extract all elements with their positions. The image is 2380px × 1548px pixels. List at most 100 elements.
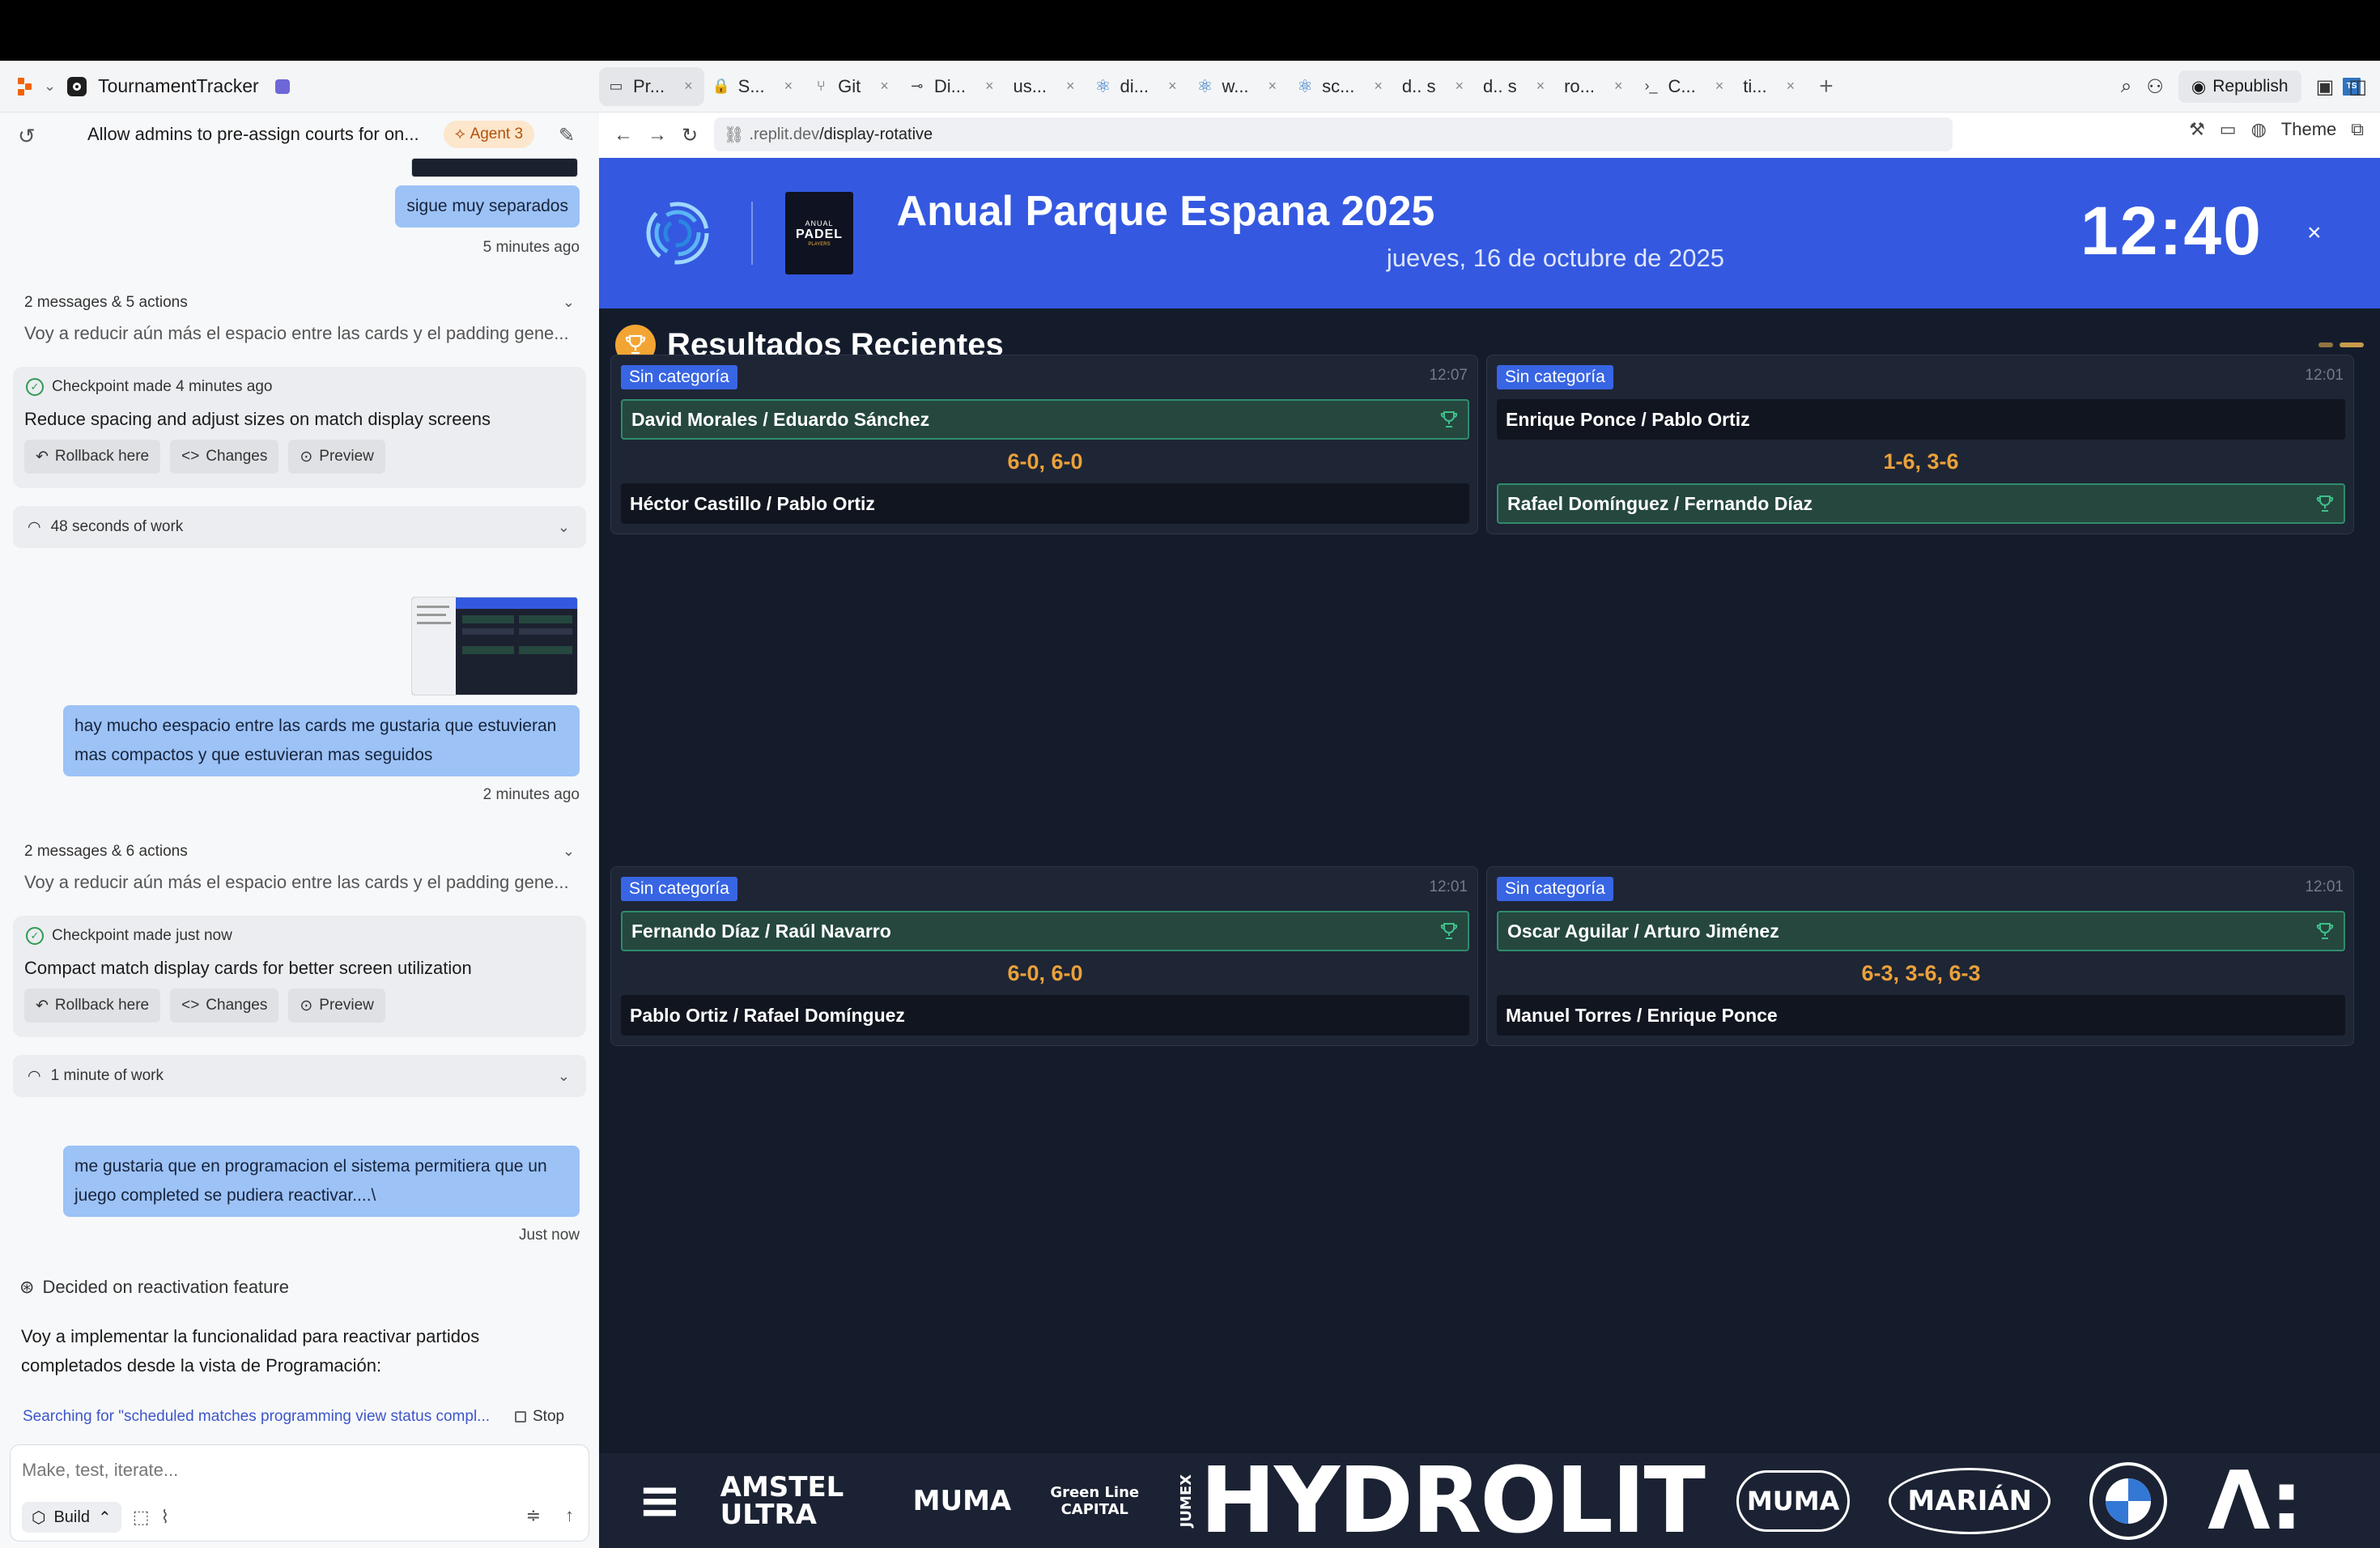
composer-input[interactable]: Make, test, iterate...: [22, 1460, 178, 1481]
chat-title[interactable]: Allow admins to pre-assign courts for on…: [87, 124, 419, 145]
preview-button[interactable]: ⊙ Preview: [288, 440, 385, 474]
team-name: Enrique Ponce / Pablo Ortiz: [1506, 408, 1750, 430]
tab-label: ti...: [1743, 75, 1767, 96]
decision-note[interactable]: ⊛ Decided on reactivation feature: [19, 1277, 289, 1298]
reload-icon[interactable]: ↻: [682, 124, 698, 147]
close-tab-icon[interactable]: ×: [1614, 78, 1623, 95]
layout-icon[interactable]: ◫: [2348, 75, 2367, 99]
page-indicator[interactable]: [2318, 342, 2364, 347]
devices-icon[interactable]: ▭: [2220, 119, 2237, 140]
team-2: Rafael Domínguez / Fernando Díaz: [1497, 483, 2345, 524]
close-tab-icon[interactable]: ×: [1168, 78, 1177, 95]
paperclip-icon[interactable]: ⌇: [161, 1507, 170, 1528]
preview-button[interactable]: ⊙ Preview: [288, 989, 385, 1023]
replit-logo-icon[interactable]: [18, 77, 32, 96]
summary-meta: 2 messages & 5 actions: [24, 294, 188, 311]
tab-6[interactable]: ⚛ w... ×: [1188, 67, 1289, 106]
url-field[interactable]: ⛓ .replit.dev/display-rotative: [714, 117, 1953, 151]
settings-sliders-icon[interactable]: ≑: [526, 1505, 541, 1526]
build-mode-selector[interactable]: ⬡ Build ⌃: [22, 1502, 121, 1533]
select-element-icon[interactable]: ⬚: [133, 1507, 150, 1528]
close-icon[interactable]: ×: [2307, 219, 2322, 247]
tab-10[interactable]: TSro...×: [1556, 67, 2361, 106]
tab-9[interactable]: TSd.. s×: [1475, 67, 2361, 106]
close-tab-icon[interactable]: ×: [1374, 78, 1383, 95]
close-tab-icon[interactable]: ×: [784, 78, 793, 95]
close-tab-icon[interactable]: ×: [1456, 78, 1464, 95]
close-tab-icon[interactable]: ×: [880, 78, 889, 95]
agent-badge[interactable]: ⟡ Agent 3: [444, 121, 535, 148]
search-icon[interactable]: ⌕: [2121, 75, 2131, 98]
close-tab-icon[interactable]: ×: [1269, 78, 1277, 95]
attachment-thumbnail[interactable]: [411, 597, 578, 695]
chevron-down-icon[interactable]: ⌄: [563, 843, 575, 860]
rollback-button[interactable]: ↶ Rollback here: [24, 440, 161, 474]
link-icon: ⛓: [724, 125, 745, 144]
chat-composer[interactable]: Make, test, iterate... ⬡ Build ⌃ ⬚ ⌇ ≑ ↑: [10, 1444, 589, 1542]
new-chat-icon[interactable]: ✎: [559, 124, 575, 147]
rollback-button[interactable]: ↶ Rollback here: [24, 989, 161, 1023]
react-icon: ⚛: [1297, 75, 1313, 96]
chat-header: ↺ Allow admins to pre-assign courts for …: [0, 113, 599, 156]
work-summary[interactable]: ◠ 48 seconds of work ⌄: [13, 506, 586, 548]
tab-1[interactable]: 🔒 S... ×: [704, 67, 805, 106]
close-tab-icon[interactable]: ×: [684, 78, 693, 95]
page-dot-active[interactable]: [2340, 342, 2364, 347]
page-dot[interactable]: [2318, 342, 2333, 347]
actions-summary[interactable]: 2 messages & 6 actions Voy a reducir aún…: [24, 843, 575, 893]
close-tab-icon[interactable]: ×: [1787, 78, 1796, 95]
theme-button[interactable]: Theme: [2281, 119, 2336, 140]
tab-7[interactable]: ⚛ sc... ×: [1288, 67, 1394, 106]
back-arrow-icon[interactable]: ←: [614, 124, 633, 147]
changes-button[interactable]: <> Changes: [170, 989, 279, 1023]
tab-8[interactable]: TSd.. s×: [1394, 67, 2361, 106]
tab-label: Git: [838, 75, 861, 96]
tab-4[interactable]: TSus...×: [1005, 67, 2361, 106]
category-badge: Sin categoría: [1497, 877, 1613, 901]
sponsor-greenline: Green Line CAPITAL: [1050, 1483, 1140, 1518]
match-card: Sin categoría 12:01 Fernando Díaz / Raúl N…: [610, 866, 1478, 1046]
tab-11[interactable]: ›_ C... ×: [1634, 67, 1736, 106]
preview-pane: ← → ↻ ⛓ .replit.dev/display-rotative ⚒ ▭…: [599, 113, 2380, 1548]
summary-preview: Voy a reducir aún más el espacio entre l…: [24, 872, 569, 892]
close-tab-icon[interactable]: ×: [985, 78, 994, 95]
team-1: David Morales / Eduardo Sánchez: [621, 399, 1469, 440]
history-icon[interactable]: ↺: [18, 124, 36, 149]
stop-button[interactable]: Stop: [515, 1408, 564, 1426]
match-score: 6-3, 3-6, 6-3: [1861, 961, 1981, 985]
tab-label: S...: [737, 75, 765, 96]
close-tab-icon[interactable]: ×: [1536, 78, 1545, 95]
chevron-down-icon[interactable]: ⌄: [44, 78, 56, 95]
react-icon: ⚛: [1196, 75, 1213, 96]
actions-summary[interactable]: 2 messages & 5 actions Voy a reducir aún…: [24, 294, 575, 344]
tab-12[interactable]: TS ti... ×: [1735, 67, 2361, 106]
changes-button[interactable]: <> Changes: [170, 440, 279, 474]
checkpoint-card: ✓ Checkpoint made just now Compact match …: [13, 916, 586, 1037]
wrench-icon[interactable]: ⚒: [2189, 119, 2205, 140]
tab-3[interactable]: ⊸ Di... ×: [900, 67, 1005, 106]
project-name[interactable]: TournamentTracker: [98, 75, 259, 97]
external-link-icon[interactable]: ⧉: [2351, 119, 2364, 140]
toggle-panel-icon[interactable]: ▣: [2316, 75, 2335, 99]
checkpoint-card: ✓ Checkpoint made 4 minutes ago Reduce sp…: [13, 367, 586, 488]
attachment-thumbnail[interactable]: [411, 158, 578, 177]
bmw-logo-icon: [2089, 1461, 2168, 1540]
team-2: Manuel Torres / Enrique Ponce: [1497, 995, 2345, 1036]
send-arrow-icon[interactable]: ↑: [565, 1505, 574, 1526]
close-tab-icon[interactable]: ×: [1066, 78, 1075, 95]
category-badge: Sin categoría: [621, 877, 737, 901]
chevron-down-icon[interactable]: ⌄: [563, 294, 575, 311]
forward-arrow-icon[interactable]: →: [648, 124, 667, 147]
team-1: Enrique Ponce / Pablo Ortiz: [1497, 399, 2345, 440]
tab-2[interactable]: ⑂ Git ×: [804, 67, 900, 106]
invite-user-icon[interactable]: ⚇: [2146, 75, 2164, 99]
summary-preview: Voy a reducir aún más el espacio entre l…: [24, 323, 569, 343]
republish-button[interactable]: ◉ Republish: [2178, 70, 2301, 103]
new-tab-icon[interactable]: +: [1806, 73, 1847, 100]
tab-5[interactable]: ⚛ di... ×: [1086, 67, 1188, 106]
work-summary[interactable]: ◠ 1 minute of work ⌄: [13, 1055, 586, 1097]
rollback-label: Rollback here: [54, 997, 150, 1014]
palette-icon[interactable]: ◍: [2251, 119, 2267, 140]
close-tab-icon[interactable]: ×: [1715, 78, 1724, 95]
tab-0[interactable]: ▭ Pr... ×: [599, 66, 704, 106]
